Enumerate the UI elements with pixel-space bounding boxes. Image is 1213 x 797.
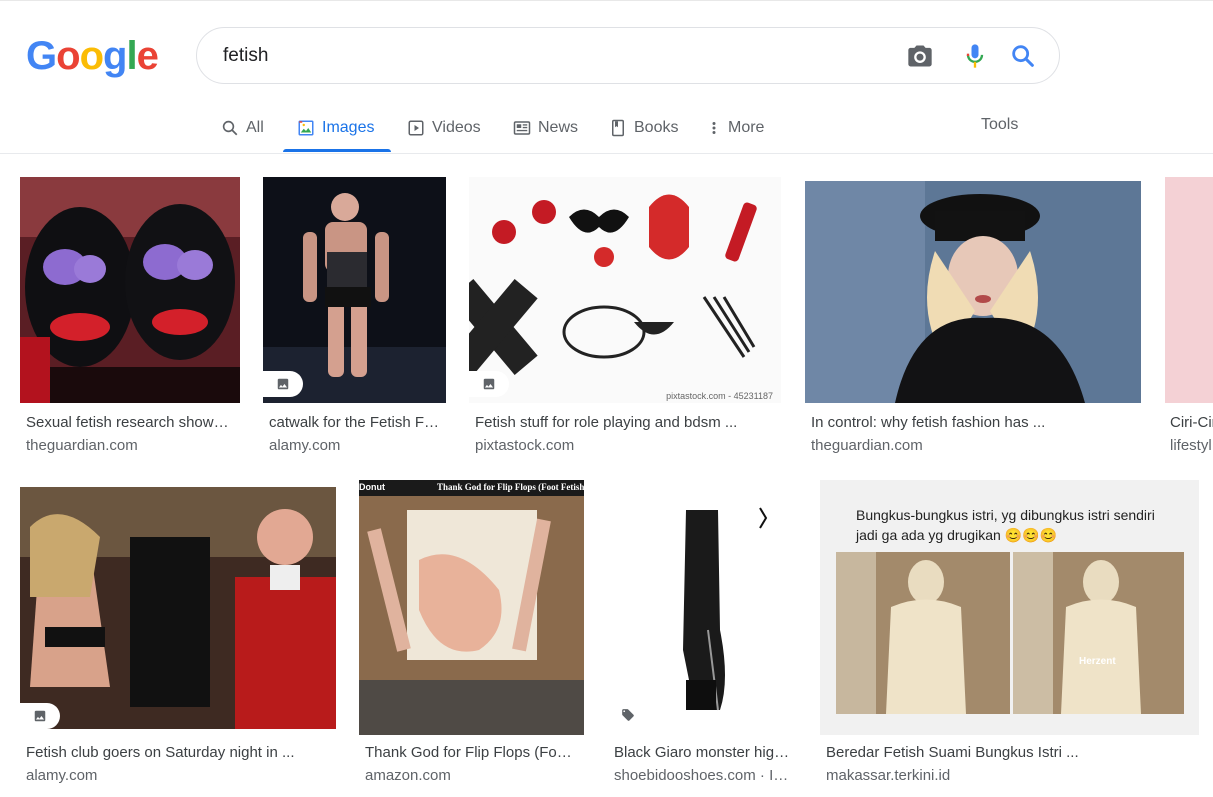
image-result-card[interactable]: Sexual fetish research show… theguardian… [20, 177, 240, 467]
tab-more[interactable]: More [707, 104, 764, 152]
microphone-icon[interactable] [961, 42, 989, 70]
logo-letter: o [79, 34, 104, 78]
watermark-text: Herzent [1079, 656, 1116, 667]
image-badge [469, 371, 509, 397]
image-badge [263, 371, 303, 397]
result-thumbnail[interactable] [1165, 177, 1213, 403]
result-source[interactable]: makassar.terkini.id [826, 766, 1196, 786]
result-thumbnail[interactable] [20, 487, 336, 729]
result-thumbnail[interactable] [608, 480, 797, 735]
image-badge [20, 703, 60, 729]
logo-letter: o [56, 34, 80, 78]
top-border [0, 0, 1213, 1]
result-thumbnail[interactable]: Bungkus-bungkus istri, yg dibungkus istr… [820, 480, 1199, 735]
tab-images[interactable]: Images [297, 104, 374, 152]
camera-icon[interactable] [906, 42, 934, 70]
image-result-card[interactable]: Donut Thank God for Flip Flops (Foot Fet… [359, 480, 584, 787]
result-thumbnail[interactable] [263, 177, 446, 403]
image-result-card[interactable]: Bungkus-bungkus istri, yg dibungkus istr… [820, 480, 1199, 787]
result-title[interactable]: Beredar Fetish Suami Bungkus Istri ... [826, 743, 1196, 763]
overlay-text-left: Donut [359, 482, 385, 492]
image-result-card[interactable]: Black Giaro monster hig… shoebidooshoes.… [608, 480, 797, 787]
result-title[interactable]: Fetish club goers on Saturday night in .… [26, 743, 326, 763]
result-source[interactable]: theguardian.com [811, 436, 1111, 456]
result-source[interactable]: amazon.com [365, 766, 580, 786]
logo-letter: e [136, 34, 159, 78]
image-result-card[interactable]: Ciri-Ciri lifestyl [1165, 177, 1213, 467]
image-icon [277, 378, 289, 390]
result-title[interactable]: Ciri-Ciri [1170, 413, 1213, 433]
tools-button[interactable]: Tools [981, 104, 1018, 146]
result-title[interactable]: Thank God for Flip Flops (Fo… [365, 743, 580, 763]
tab-label: Videos [432, 119, 481, 136]
tab-label: More [728, 119, 765, 136]
search-tabs: All Images Videos News Books More Tools [0, 104, 1213, 154]
overlay-text-right: Thank God for Flip Flops (Foot Fetish Ma… [437, 482, 584, 492]
result-thumbnail[interactable] [20, 177, 240, 403]
result-title[interactable]: In control: why fetish fashion has ... [811, 413, 1111, 433]
tabs-divider [0, 153, 1213, 154]
tab-news[interactable]: News [513, 104, 578, 152]
tab-label: News [538, 119, 579, 136]
result-title[interactable]: Black Giaro monster hig… [614, 743, 794, 763]
search-icon [222, 120, 238, 136]
result-title[interactable]: catwalk for the Fetish F… [269, 413, 444, 433]
more-vert-icon [712, 122, 716, 134]
tab-label: Images [322, 119, 375, 136]
logo-letter: l [126, 34, 137, 78]
result-thumbnail[interactable]: pixtastock.com - 45231187 [469, 177, 781, 403]
tag-icon [622, 709, 634, 721]
result-source[interactable]: alamy.com [26, 766, 326, 786]
result-source[interactable]: shoebidooshoes.com · I… [614, 766, 794, 786]
image-icon [34, 710, 46, 722]
tab-videos[interactable]: Videos [407, 104, 481, 152]
logo-letter: g [103, 34, 127, 78]
tab-all[interactable]: All [221, 104, 264, 152]
tab-label: All [246, 119, 264, 136]
image-result-card[interactable]: In control: why fetish fashion has ... t… [805, 177, 1141, 467]
logo-letter: G [26, 34, 57, 78]
active-tab-indicator [283, 149, 391, 152]
news-icon [513, 121, 531, 135]
result-title[interactable]: Sexual fetish research show… [26, 413, 236, 433]
watermark-text: pixtastock.com - 45231187 [666, 391, 773, 401]
result-thumbnail[interactable] [805, 181, 1141, 403]
result-source[interactable]: lifestyl [1170, 436, 1213, 456]
result-source[interactable]: pixtastock.com [475, 436, 775, 456]
shopping-badge [608, 702, 648, 728]
tab-label: Books [634, 119, 679, 136]
image-caption-text: Bungkus-bungkus istri, yg dibungkus istr… [856, 507, 1155, 543]
image-icon [483, 378, 495, 390]
image-result-card[interactable]: catwalk for the Fetish F… alamy.com [263, 177, 446, 467]
image-result-card[interactable]: pixtastock.com - 45231187 Fetish stuff f… [469, 177, 781, 467]
image-result-card[interactable]: Fetish club goers on Saturday night in .… [20, 487, 336, 787]
result-source[interactable]: alamy.com [269, 436, 444, 456]
search-box[interactable]: fetish [196, 27, 1060, 84]
play-icon [408, 120, 424, 136]
google-logo[interactable]: Google [26, 34, 159, 78]
result-source[interactable]: theguardian.com [26, 436, 236, 456]
book-icon [612, 119, 624, 137]
image-icon [298, 120, 314, 136]
result-thumbnail[interactable]: Donut Thank God for Flip Flops (Foot Fet… [359, 480, 584, 735]
result-title[interactable]: Fetish stuff for role playing and bdsm .… [475, 413, 775, 433]
search-input[interactable]: fetish [223, 44, 268, 68]
search-icon[interactable] [1009, 42, 1037, 70]
tab-books[interactable]: Books [609, 104, 678, 152]
